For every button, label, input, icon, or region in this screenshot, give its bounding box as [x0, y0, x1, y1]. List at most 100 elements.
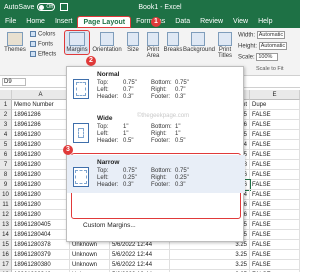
orientation-button[interactable]: Orientation [92, 32, 122, 53]
autosave-toggle[interactable]: Off [37, 3, 56, 11]
table-cell[interactable]: 18961280 [12, 160, 70, 170]
table-cell[interactable]: 18961280404 [12, 230, 70, 240]
row-header[interactable]: 12 [0, 210, 12, 220]
table-cell[interactable]: FALSE [250, 110, 300, 120]
margin-option-normal[interactable]: Normal Top: 0.75" Bottom: 0.75" Left: 0.… [67, 67, 245, 105]
table-cell[interactable]: 18961280378 [12, 240, 70, 250]
tab-review[interactable]: Review [195, 16, 228, 28]
table-cell[interactable]: FALSE [250, 200, 300, 210]
row-header[interactable]: 15 [0, 240, 12, 250]
table-cell[interactable]: 18961280 [12, 170, 70, 180]
tab-page-layout[interactable]: Page Layout [77, 16, 132, 28]
print-area-button[interactable]: Print Area [143, 32, 163, 59]
table-cell[interactable]: FALSE [250, 190, 300, 200]
print-titles-button[interactable]: Print Titles [214, 32, 236, 59]
table-cell[interactable]: 18961280379 [12, 250, 70, 260]
margins-button[interactable]: Margins [64, 30, 90, 55]
row-header[interactable]: 10 [0, 190, 12, 200]
table-cell[interactable]: FALSE [250, 250, 300, 260]
save-icon[interactable] [60, 3, 69, 11]
tab-file[interactable]: File [0, 16, 21, 28]
table-cell[interactable]: FALSE [250, 130, 300, 140]
table-cell[interactable]: 5/6/2022 12:44 [110, 260, 170, 270]
row-header[interactable]: 9 [0, 180, 12, 190]
row-header[interactable]: 16 [0, 250, 12, 260]
scale-control[interactable]: Scale: 100% [238, 53, 279, 61]
margin-option-narrow[interactable]: Narrow Top: 0.75" Bottom: 0.75" Left: 0.… [67, 155, 245, 193]
header-value: 0.3" [123, 182, 134, 188]
table-cell[interactable]: 18961280 [12, 130, 70, 140]
table-cell[interactable]: 18961280 [12, 190, 70, 200]
table-cell[interactable]: FALSE [250, 260, 300, 270]
row-header[interactable]: 7 [0, 160, 12, 170]
scale-input[interactable]: 100% [256, 53, 279, 61]
breaks-button[interactable]: Breaks [163, 32, 183, 53]
tab-home[interactable]: Home [21, 16, 50, 28]
margin-option-wide[interactable]: Wide Top: 1" Bottom: 1" Left: 1" Right: … [67, 111, 245, 149]
height-select[interactable]: Automatic [258, 42, 287, 50]
table-cell[interactable]: 18961280 [12, 210, 70, 220]
row-header[interactable]: 1 [0, 100, 12, 110]
custom-margins-item[interactable]: Custom Margins... [83, 222, 136, 229]
row-header[interactable]: 2 [0, 110, 12, 120]
row-header[interactable]: 17 [0, 260, 12, 270]
effects-button[interactable]: Effects [30, 51, 56, 58]
row-header[interactable]: 3 [0, 120, 12, 130]
row-header[interactable]: 5 [0, 140, 12, 150]
table-cell[interactable]: FALSE [250, 140, 300, 150]
column-header-a[interactable]: A [12, 90, 70, 100]
left-value: 0.25" [123, 175, 137, 181]
table-cell[interactable]: 18961280 [12, 150, 70, 160]
table-cell[interactable]: 18961280380 [12, 260, 70, 270]
fonts-button[interactable]: Fonts [30, 41, 53, 48]
table-cell[interactable]: 18961280 [12, 200, 70, 210]
themes-button[interactable]: Themes [3, 32, 27, 53]
table-cell[interactable]: FALSE [250, 240, 300, 250]
scale-to-fit-label: Scale to Fit [256, 66, 284, 72]
tab-help[interactable]: Help [253, 16, 277, 28]
tab-view[interactable]: View [228, 16, 253, 28]
row-header[interactable]: 13 [0, 220, 12, 230]
table-cell[interactable]: Unknown [70, 260, 110, 270]
table-cell[interactable]: 18961280 [12, 140, 70, 150]
option-name: Narrow [97, 159, 120, 166]
height-control[interactable]: Height: Automatic [238, 42, 287, 50]
row-header[interactable]: 4 [0, 130, 12, 140]
tab-data[interactable]: Data [170, 16, 195, 28]
row-header[interactable]: 14 [0, 230, 12, 240]
table-cell[interactable]: Memo Number [12, 100, 70, 110]
table-cell[interactable]: Unknown [70, 250, 110, 260]
table-cell[interactable]: FALSE [250, 210, 300, 220]
table-cell[interactable]: 18961286 [12, 110, 70, 120]
name-box[interactable]: D9 [2, 78, 26, 86]
table-cell[interactable]: Dupe [250, 100, 300, 110]
width-control[interactable]: Width: Automatic [238, 31, 285, 39]
column-header-e[interactable]: E [250, 90, 300, 100]
table-cell[interactable]: FALSE [250, 230, 300, 240]
themes-icon [7, 32, 23, 46]
colors-button[interactable]: Colors [30, 31, 55, 38]
row-header[interactable]: 11 [0, 200, 12, 210]
table-cell[interactable]: FALSE [250, 160, 300, 170]
corner-cell[interactable] [0, 90, 12, 100]
table-cell[interactable]: 18961286 [12, 120, 70, 130]
bottom-label: Bottom: [151, 124, 172, 130]
size-button[interactable]: Size [124, 32, 142, 53]
table-cell[interactable]: 18961280 [12, 180, 70, 190]
table-cell[interactable]: FALSE [250, 120, 300, 130]
row-header[interactable]: 6 [0, 150, 12, 160]
table-cell[interactable]: FALSE [250, 180, 300, 190]
tab-insert[interactable]: Insert [50, 16, 78, 28]
table-cell[interactable]: 5/6/2022 12:44 [110, 250, 170, 260]
table-cell[interactable]: 18961280405 [12, 220, 70, 230]
option-name: Normal [97, 71, 120, 78]
table-cell[interactable]: 3.25 [170, 260, 250, 270]
table-cell[interactable]: FALSE [250, 220, 300, 230]
row-header[interactable]: 8 [0, 170, 12, 180]
table-cell[interactable]: FALSE [250, 170, 300, 180]
table-cell[interactable]: 3.25 [170, 250, 250, 260]
table-cell[interactable]: FALSE [250, 150, 300, 160]
width-select[interactable]: Automatic [256, 31, 285, 39]
footer-value: 0.3" [175, 182, 186, 188]
background-button[interactable]: Background [183, 32, 215, 53]
